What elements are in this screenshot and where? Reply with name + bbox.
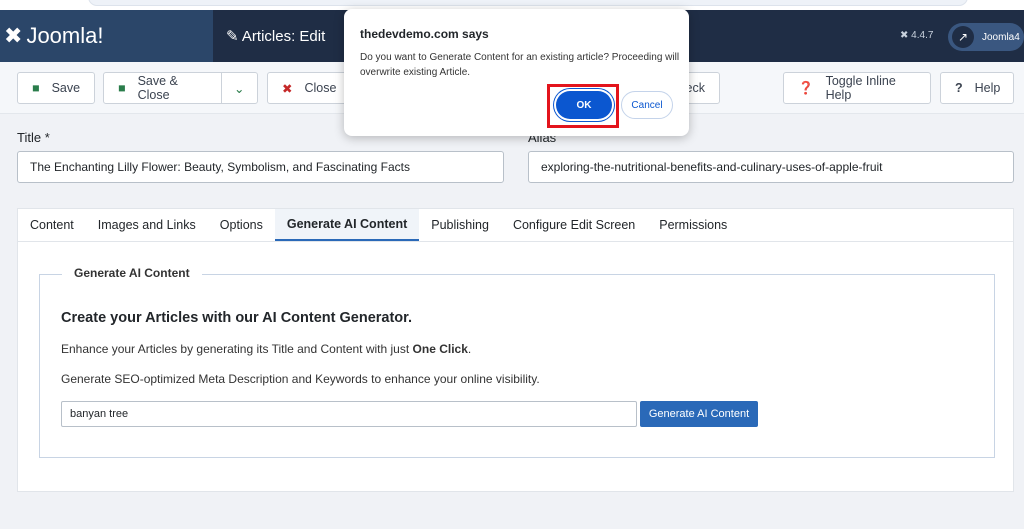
keyword-value: banyan tree <box>70 408 129 420</box>
fieldset-legend: Generate AI Content <box>62 266 202 280</box>
ai-description-1: Enhance your Articles by generating its … <box>61 342 471 356</box>
question-icon: ? <box>955 81 963 95</box>
text: . <box>467 342 472 356</box>
dialog-title: thedevdemo.com says <box>360 27 489 41</box>
ai-description-2: Generate SEO-optimized Meta Description … <box>61 372 540 386</box>
cancel-button[interactable]: Cancel <box>621 91 673 119</box>
ok-button[interactable]: OK <box>556 91 612 119</box>
tabs: Content Images and Links Options Generat… <box>18 209 1013 242</box>
joomla-logo[interactable]: ✖ Joomla! <box>0 10 213 62</box>
user-name: Joomla4 <box>982 31 1020 43</box>
close-label: Close <box>304 81 337 95</box>
save-dropdown-button[interactable]: ⌄ <box>221 72 258 104</box>
dialog-message: Do you want to Generate Content for an e… <box>360 52 680 78</box>
bold-text: One Click <box>412 342 468 356</box>
save-label: Save <box>51 81 81 95</box>
user-menu[interactable]: ↗ Joomla4 <box>948 23 1024 51</box>
toggle-help-label: Toggle Inline Help <box>825 74 896 102</box>
save-close-label: Save & Close <box>137 74 178 102</box>
chevron-down-icon: ⌄ <box>234 81 245 96</box>
pencil-icon: ✎ <box>226 28 239 45</box>
tab-publishing[interactable]: Publishing <box>419 209 501 241</box>
save-icon: ■ <box>118 81 126 95</box>
version: ✖ 4.4.7 <box>900 30 934 41</box>
title-label: Title * <box>17 130 50 145</box>
external-link-icon: ↗ <box>952 26 974 48</box>
page-title: ✎ Articles: Edit <box>226 27 325 45</box>
tab-images-links[interactable]: Images and Links <box>86 209 208 241</box>
tab-generate-ai-content[interactable]: Generate AI Content <box>274 209 420 241</box>
tab-configure-edit-screen[interactable]: Configure Edit Screen <box>501 209 647 241</box>
page-title-text: Articles: Edit <box>241 28 326 45</box>
address-bar[interactable] <box>88 0 968 6</box>
help-button[interactable]: ? Help <box>940 72 1014 104</box>
tab-content[interactable]: Content <box>18 209 86 241</box>
title-value: The Enchanting Lilly Flower: Beauty, Sym… <box>30 160 410 174</box>
generate-ai-content-button[interactable]: Generate AI Content <box>640 401 758 427</box>
title-input[interactable]: The Enchanting Lilly Flower: Beauty, Sym… <box>17 151 504 183</box>
joomla-icon: ✖ <box>4 23 23 48</box>
save-button[interactable]: ■ Save <box>17 72 95 104</box>
keyword-input[interactable]: banyan tree <box>61 401 637 427</box>
text: Enhance your Articles by generating its … <box>61 342 413 356</box>
version-text: 4.4.7 <box>911 30 934 41</box>
tab-options[interactable]: Options <box>208 209 275 241</box>
logo-text: Joomla! <box>26 23 104 48</box>
tab-permissions[interactable]: Permissions <box>647 209 739 241</box>
save-icon: ■ <box>32 81 40 95</box>
alias-input[interactable]: exploring-the-nutritional-benefits-and-c… <box>528 151 1014 183</box>
ai-fieldset: Generate AI Content Create your Articles… <box>39 266 995 458</box>
question-circle-icon: ❓ <box>798 80 814 95</box>
help-label: Help <box>974 81 1001 95</box>
close-icon: ✖ <box>282 81 293 96</box>
ai-heading: Create your Articles with our AI Content… <box>61 310 413 326</box>
toggle-inline-help-button[interactable]: ❓ Toggle Inline Help <box>783 72 931 104</box>
confirm-dialog: thedevdemo.com says Do you want to Gener… <box>344 9 689 136</box>
edit-card: Content Images and Links Options Generat… <box>17 208 1014 492</box>
save-close-button[interactable]: ■ Save & Close <box>103 72 222 104</box>
alias-value: exploring-the-nutritional-benefits-and-c… <box>541 160 883 174</box>
